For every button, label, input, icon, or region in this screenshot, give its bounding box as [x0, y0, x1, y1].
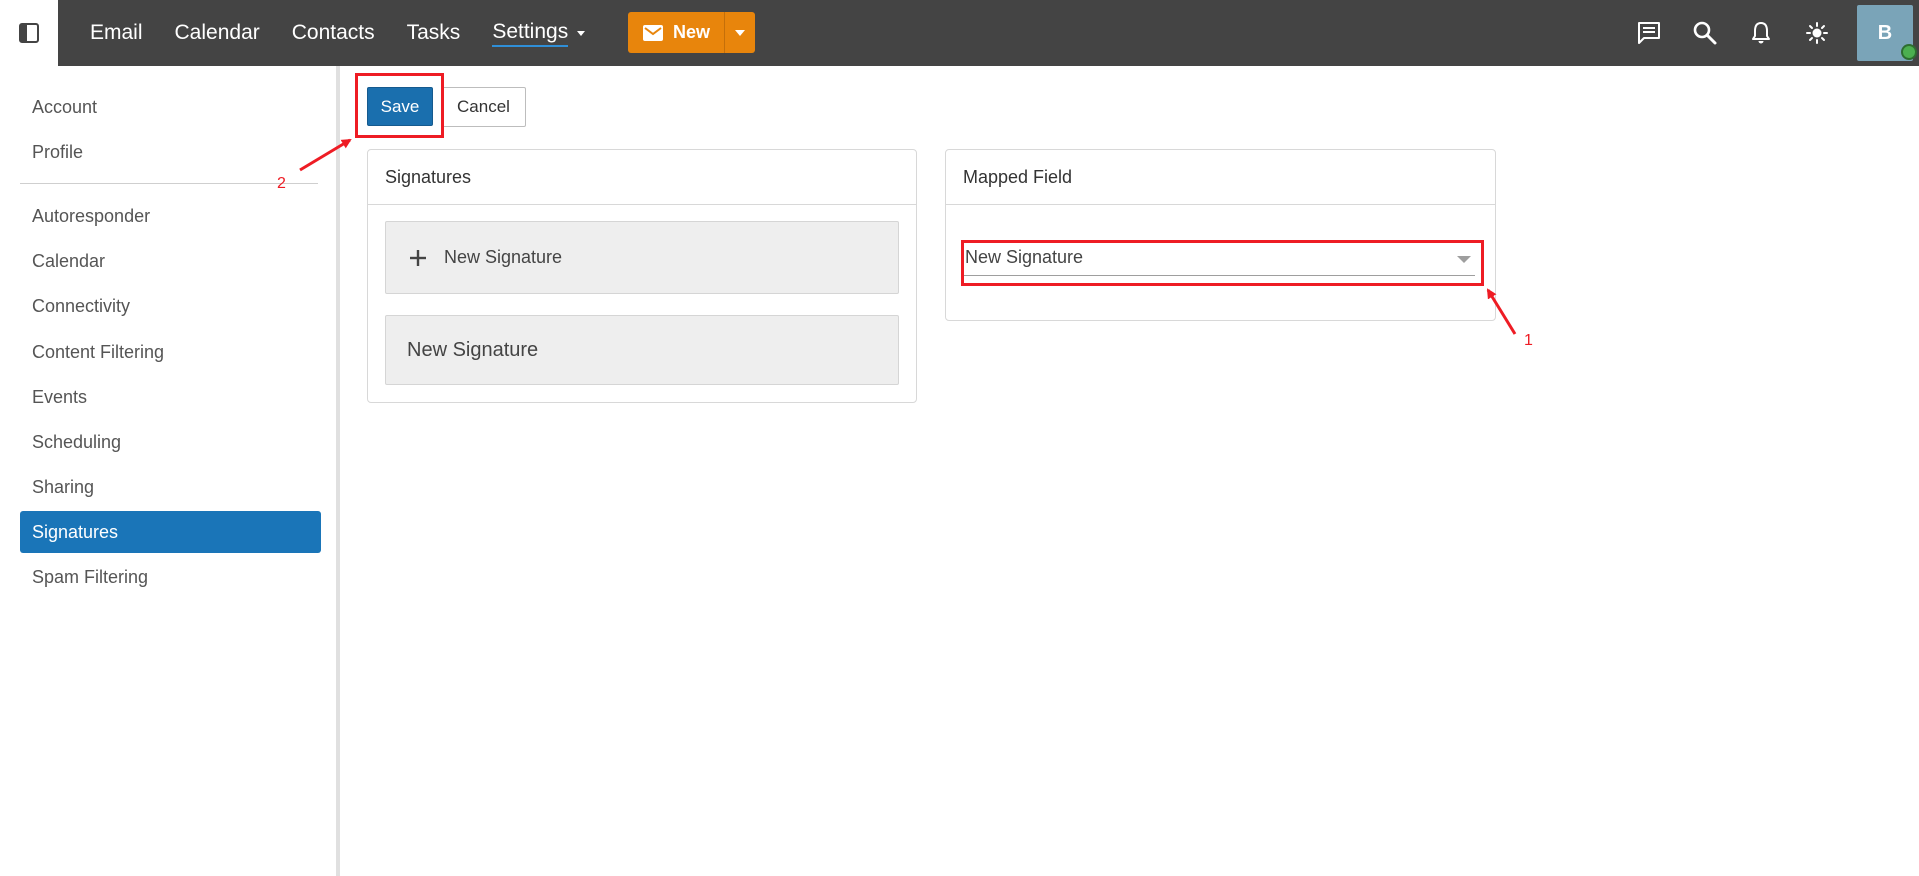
- theme-toggle-button[interactable]: [1789, 0, 1845, 66]
- top-icons: B: [1621, 0, 1919, 66]
- sidebar-item-content-filtering[interactable]: Content Filtering: [20, 331, 321, 373]
- sidebar-item-signatures[interactable]: Signatures: [20, 511, 321, 553]
- settings-sidebar: Account Profile Autoresponder Calendar C…: [0, 66, 340, 876]
- sidebar-item-autoresponder[interactable]: Autoresponder: [20, 195, 321, 237]
- sidebar-item-sharing[interactable]: Sharing: [20, 466, 321, 508]
- annotation-number-2: 2: [277, 175, 286, 192]
- avatar[interactable]: B: [1857, 5, 1917, 61]
- annotation-box-save: [355, 73, 444, 138]
- nav-email[interactable]: Email: [90, 21, 143, 45]
- sidebar-item-calendar[interactable]: Calendar: [20, 240, 321, 282]
- search-button[interactable]: [1677, 0, 1733, 66]
- sidebar-toggle-icon: [19, 23, 39, 43]
- new-dropdown-toggle[interactable]: [724, 12, 756, 53]
- signature-list-item[interactable]: New Signature: [385, 315, 899, 385]
- bell-icon: [1752, 22, 1770, 44]
- sidebar-item-events[interactable]: Events: [20, 376, 321, 418]
- sidebar-item-spam-filtering[interactable]: Spam Filtering: [20, 556, 321, 598]
- annotation-number-1: 1: [1524, 332, 1533, 349]
- envelope-icon: [643, 24, 663, 41]
- sidebar-item-scheduling[interactable]: Scheduling: [20, 421, 321, 463]
- panel-title: Mapped Field: [946, 150, 1495, 205]
- top-bar: Email Calendar Contacts Tasks Settings N…: [0, 0, 1919, 66]
- nav-tasks[interactable]: Tasks: [407, 21, 461, 45]
- new-signature-button[interactable]: New Signature: [385, 221, 899, 294]
- sidebar-divider: [20, 183, 318, 184]
- chat-icon: [1638, 22, 1660, 44]
- nav-calendar[interactable]: Calendar: [175, 21, 260, 45]
- sidebar-item-profile[interactable]: Profile: [20, 131, 321, 173]
- sidebar-item-account[interactable]: Account: [20, 86, 321, 128]
- new-button[interactable]: New: [628, 12, 725, 53]
- plus-icon: [410, 249, 426, 266]
- notifications-button[interactable]: [1733, 0, 1789, 66]
- signatures-panel: Signatures New Signature New Signature: [367, 149, 917, 403]
- chat-button[interactable]: [1621, 0, 1677, 66]
- new-button-group: New: [628, 12, 756, 53]
- sun-icon: [1806, 22, 1828, 44]
- nav-settings[interactable]: Settings: [492, 20, 586, 47]
- presence-indicator: [1901, 44, 1917, 60]
- mapped-field-panel: Mapped Field New Signature: [945, 149, 1496, 321]
- main-nav: Email Calendar Contacts Tasks Settings: [74, 0, 601, 66]
- sidebar-item-connectivity[interactable]: Connectivity: [20, 285, 321, 327]
- cancel-button[interactable]: Cancel: [441, 87, 526, 127]
- annotation-box-mapped-field: [961, 240, 1484, 286]
- chevron-down-icon: [577, 30, 586, 36]
- panel-title: Signatures: [368, 150, 916, 205]
- search-icon: [1693, 21, 1717, 45]
- chevron-down-icon: [735, 29, 746, 36]
- nav-contacts[interactable]: Contacts: [292, 21, 375, 45]
- sidebar-toggle-button[interactable]: [0, 0, 58, 66]
